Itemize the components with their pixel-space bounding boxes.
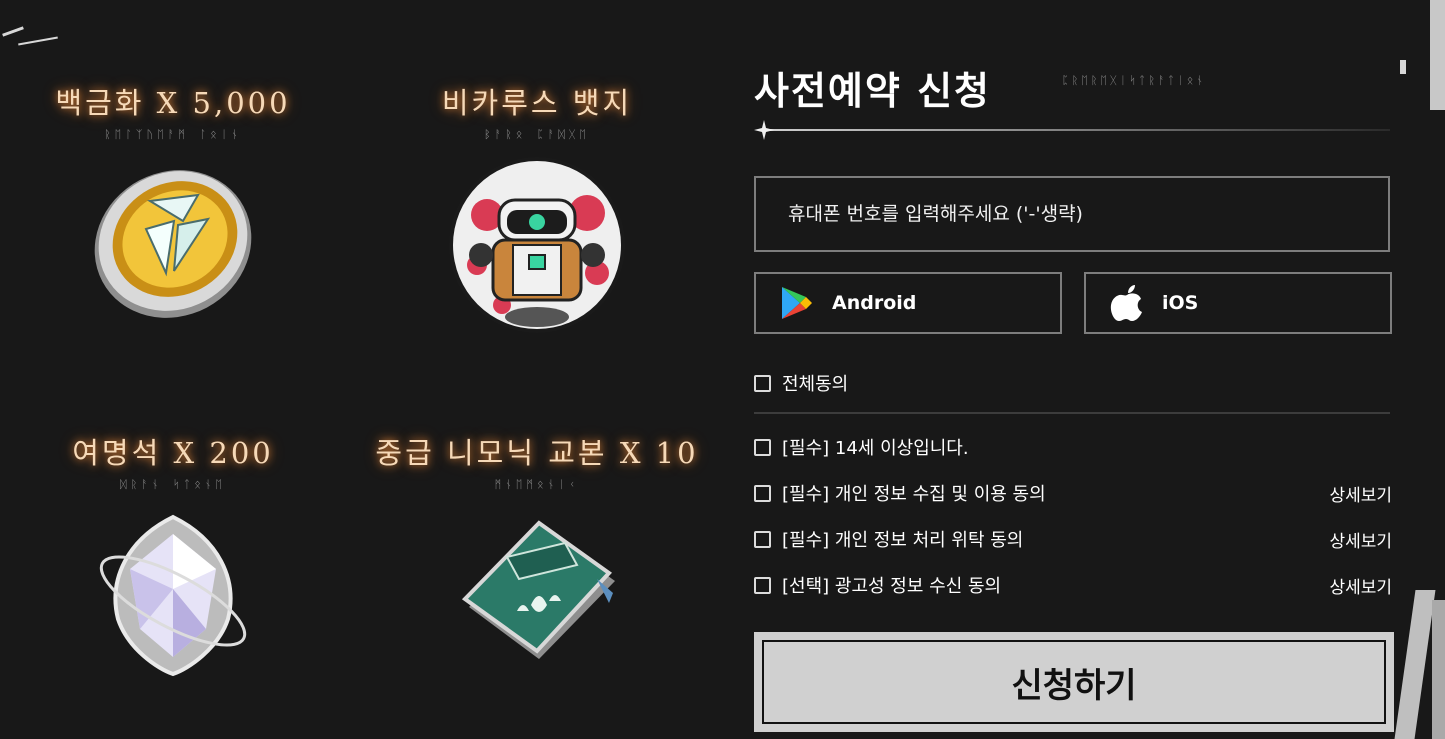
agreement-row-privacy-consign[interactable]: [필수] 개인 정보 처리 위탁 동의 상세보기 [754, 526, 1394, 552]
reward-dawn-stone: 여명석 X 200 ᛞᚱᚨᚾ ᛋᛏᛟᚾᛖ [8, 430, 338, 679]
submit-button[interactable]: 신청하기 [762, 640, 1386, 724]
decorative-splatter [1430, 0, 1445, 110]
ios-label: iOS [1162, 292, 1199, 314]
agreement-label: [필수] 14세 이상입니다. [782, 438, 969, 459]
page-title: 사전예약 신청 [754, 69, 991, 113]
reward-title: 백금화 X 5,000 [55, 86, 291, 120]
reward-rune-text: ᛗᚾᛖᛗᛟᚾᛁᚲ [494, 478, 580, 491]
view-details-link[interactable]: 상세보기 [1329, 527, 1392, 552]
reward-badge: 비카루스 뱃지 ᛒᚨᚱᛟ ᛈᚨᛞᚷᛖ [372, 80, 702, 335]
android-label: Android [832, 292, 917, 314]
platinum-coin-icon [94, 170, 252, 318]
decorative-splatter [1394, 590, 1436, 739]
view-details-link[interactable]: 상세보기 [1329, 573, 1392, 598]
agree-all-row[interactable]: 전체동의 [754, 370, 1394, 396]
agree-all-label: 전체동의 [782, 374, 849, 395]
reward-mnemonic-book: 중급 니모닉 교본 X 10 ᛗᚾᛖᛗᛟᚾᛁᚲ [372, 430, 702, 674]
decorative-splatter [2, 26, 24, 37]
agreement-label: [선택] 광고성 정보 수신 동의 [782, 576, 1002, 597]
dawn-stone-icon [99, 514, 247, 677]
agreement-row-marketing[interactable]: [선택] 광고성 정보 수신 동의 상세보기 [754, 572, 1394, 598]
google-play-icon [782, 287, 812, 319]
agreement-label: [필수] 개인 정보 수집 및 이용 동의 [782, 484, 1046, 505]
reward-title: 여명석 X 200 [72, 436, 274, 470]
vicarus-badge-icon [449, 157, 625, 333]
reward-platinum: 백금화 X 5,000 ᚱᛖᛚᛉᚢᛖᚨᛗ ᛚᛟᛁᚾ [8, 80, 338, 324]
decorative-splatter [18, 36, 58, 46]
phone-number-input[interactable] [754, 176, 1390, 252]
sparkle-divider [754, 120, 1390, 140]
reward-rune-text: ᛒᚨᚱᛟ ᛈᚨᛞᚷᛖ [483, 128, 591, 141]
apple-icon [1110, 285, 1142, 321]
agreement-checkbox[interactable] [754, 576, 771, 594]
agreement-checkbox[interactable] [754, 484, 771, 502]
agreement-checkbox[interactable] [754, 530, 771, 548]
mnemonic-book-icon [461, 520, 615, 659]
agreement-row-age[interactable]: [필수] 14세 이상입니다. [754, 434, 1394, 460]
reward-rune-text: ᚱᛖᛚᛉᚢᛖᚨᛗ ᛚᛟᛁᚾ [104, 128, 242, 141]
agreement-checkbox[interactable] [754, 438, 771, 456]
reward-title: 비카루스 뱃지 [441, 86, 633, 120]
reward-title: 중급 니모닉 교본 X 10 [375, 436, 699, 470]
submit-button-frame: 신청하기 [754, 632, 1394, 732]
title-rune-text: ᛈᚱᛖᚱᛖᚷᛁᛋᛏᚱᚨᛏᛁᛟᚾ [1062, 74, 1206, 87]
divider [754, 412, 1390, 414]
agreement-label: [필수] 개인 정보 처리 위탁 동의 [782, 530, 1024, 551]
agreement-row-privacy-collect[interactable]: [필수] 개인 정보 수집 및 이용 동의 상세보기 [754, 480, 1394, 506]
decorative-splatter [1432, 600, 1445, 739]
ios-button[interactable]: iOS [1084, 272, 1392, 334]
reward-rune-text: ᛞᚱᚨᚾ ᛋᛏᛟᚾᛖ [119, 478, 227, 491]
android-button[interactable]: Android [754, 272, 1062, 334]
agree-all-checkbox[interactable] [754, 374, 771, 392]
decorative-splatter [1400, 60, 1406, 74]
view-details-link[interactable]: 상세보기 [1329, 481, 1392, 506]
